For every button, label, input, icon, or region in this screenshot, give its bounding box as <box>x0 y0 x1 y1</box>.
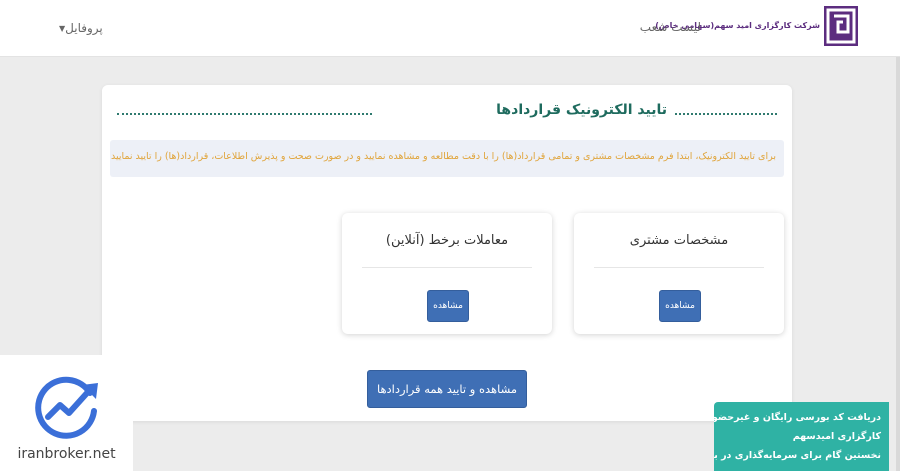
top-navbar: شرکت کارگزاری امید سهم(سهامی خاص) لیست ش… <box>0 0 900 57</box>
online-trading-card: معاملات برخط (آنلاین) مشاهده <box>342 213 552 334</box>
promo-line-3: نخستین گام برای سرمایه‌گذاری در بورس <box>714 450 881 461</box>
contracts-panel: تایید الکترونیک قراردادها برای تایید الک… <box>102 85 792 421</box>
card-title: مشخصات مشتری <box>629 233 729 248</box>
profile-label: پروفایل <box>65 21 103 35</box>
company-logo-icon[interactable] <box>824 6 858 46</box>
page-title: تایید الکترونیک قراردادها <box>496 102 667 118</box>
instruction-notice: برای تایید الکترونیک، ابتدا فرم مشخصات م… <box>110 140 784 177</box>
card-title: معاملات برخط (آنلاین) <box>385 233 509 248</box>
divider-left <box>117 113 372 115</box>
view-customer-info-button[interactable]: مشاهده <box>659 290 701 322</box>
card-divider <box>362 267 532 268</box>
nav-branches-link[interactable]: لیست شعب <box>640 20 701 34</box>
iranbroker-watermark: iranbroker.net <box>0 355 133 471</box>
card-divider <box>594 267 764 268</box>
divider-right <box>675 113 777 115</box>
nav-profile-dropdown[interactable]: پروفایل▼ <box>56 21 103 35</box>
view-and-confirm-all-button[interactable]: مشاهده و تایید همه قراردادها <box>367 370 527 408</box>
promo-line-1: دریافت کد بورسی رایگان و غیرحضوری | <box>714 412 881 423</box>
page-edge <box>896 57 900 471</box>
trend-chart-icon <box>35 376 98 439</box>
section-heading: تایید الکترونیک قراردادها <box>117 102 777 124</box>
promo-line-2: کارگزاری امیدسهم <box>792 431 881 442</box>
brand-text: iranbroker.net <box>17 446 116 462</box>
promo-banner[interactable]: دریافت کد بورسی رایگان و غیرحضوری | کارگ… <box>714 402 889 471</box>
customer-info-card: مشخصات مشتری مشاهده <box>574 213 784 334</box>
view-online-trading-button[interactable]: مشاهده <box>427 290 469 322</box>
